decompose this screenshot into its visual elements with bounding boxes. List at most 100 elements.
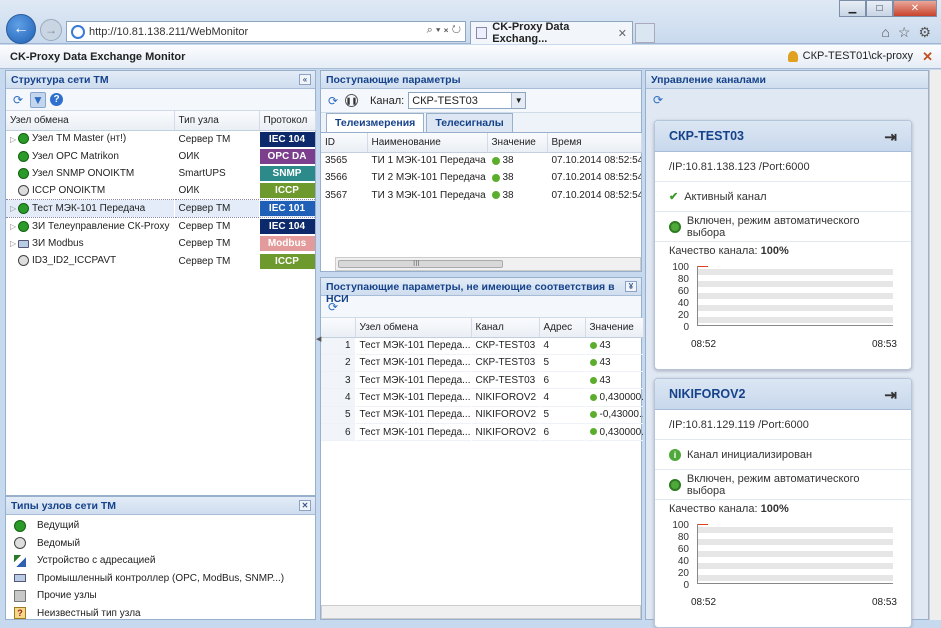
node-type: ОИК xyxy=(178,185,200,197)
col-node[interactable]: Узел обмена xyxy=(6,111,175,131)
row-address: 5 xyxy=(543,409,550,421)
grid-band xyxy=(698,563,893,569)
channel-mode-row[interactable]: Включен, режим автоматического выбора xyxy=(655,212,911,242)
grid-band xyxy=(698,269,893,275)
minimize-button[interactable]: ▁ xyxy=(839,0,866,17)
filter-icon[interactable]: ▼ xyxy=(30,91,46,108)
param-time: 07.10.2014 08:52:54. xyxy=(551,189,641,201)
channel-select[interactable]: СКР-TEST03 ▼ xyxy=(408,92,527,109)
expand-arrow-icon[interactable]: ▷ xyxy=(10,222,18,231)
gear-icon[interactable]: ⚙ xyxy=(918,24,931,41)
params-hscrollbar[interactable]: III xyxy=(335,257,641,271)
expand-arrow-icon[interactable]: ▷ xyxy=(10,204,18,213)
favorites-icon[interactable]: ☆ xyxy=(898,24,911,41)
tree-row[interactable]: ID3_ID2_ICCPAVT Сервер ТМ ICCP xyxy=(6,252,315,269)
collapse-left-icon[interactable]: « xyxy=(299,74,311,85)
switch-channel-icon[interactable]: ⇥ xyxy=(884,386,897,404)
unmatched-panel-title: Поступающие параметры, не имеющие соотве… xyxy=(321,278,641,305)
param-value: 38 xyxy=(502,172,514,184)
tree-row[interactable]: ▷ ЗИ Телеуправление СК-Proxy Сервер ТМ IEC … xyxy=(6,218,315,236)
tree-cell-protocol: ICCP xyxy=(259,182,315,200)
tree-row[interactable]: ▷ ЗИ Modbus Сервер ТМ Modbus xyxy=(6,235,315,252)
quality-row: Качество канала: 100% xyxy=(669,242,897,262)
table-row[interactable]: 3 Тест МЭК-101 Переда... СКР-TEST03 6 43 xyxy=(321,371,643,389)
tree-row[interactable]: ▷ Узел TM Master (нт!) Сервер ТМ IEC 104 xyxy=(6,130,315,148)
refresh-icon[interactable]: ⟳ xyxy=(325,93,341,109)
table-row[interactable]: 3565 ТИ 1 МЭК-101 Передача 38 07.10.2014 08… xyxy=(321,152,641,169)
col-node[interactable]: Узел обмена xyxy=(355,318,472,338)
table-row[interactable]: 2 Тест МЭК-101 Переда... СКР-TEST03 5 43 xyxy=(321,354,643,372)
col-value[interactable]: Значение xyxy=(487,133,548,153)
tree-panel-title: Структура сети ТМ « xyxy=(6,71,315,89)
node-name: ID3_ID2_ICCPAVT xyxy=(32,255,117,267)
address-controls[interactable]: ⌕ ▾ ⨯ ↻ xyxy=(427,24,461,37)
page-vscrollbar[interactable] xyxy=(929,70,941,620)
y-tick-label: 80 xyxy=(677,274,689,285)
chevron-down-icon[interactable]: ▼ xyxy=(511,93,526,108)
maximize-button[interactable]: □ xyxy=(866,0,893,17)
col-name[interactable]: Наименование xyxy=(367,133,488,153)
node-name: Тест МЭК-101 Передача xyxy=(32,203,146,215)
pause-icon[interactable]: ❚❚ xyxy=(345,94,358,107)
y-tick-label: 40 xyxy=(677,556,689,567)
node-type: Сервер ТМ xyxy=(174,199,259,219)
table-row[interactable]: 3566 ТИ 2 МЭК-101 Передача 38 07.10.2014 08… xyxy=(321,169,641,186)
scroll-thumb[interactable]: III xyxy=(338,259,503,268)
unmatched-hscrollbar[interactable] xyxy=(321,605,641,619)
node-type: Сервер ТМ xyxy=(178,221,231,233)
splitter-handle[interactable]: ◀ xyxy=(316,335,321,345)
switch-channel-icon[interactable]: ⇥ xyxy=(884,128,897,146)
tab-telemetry[interactable]: Телеизмерения xyxy=(326,113,425,132)
expand-down-icon[interactable]: ¥ xyxy=(625,281,637,292)
tree-row[interactable]: ICCP ONOIKTM ОИК ICCP xyxy=(6,182,315,200)
info-icon: i xyxy=(669,448,681,461)
legend-label: Устройство с адресацией xyxy=(37,555,156,567)
expand-arrow-icon[interactable]: ▷ xyxy=(10,135,18,144)
table-row[interactable]: 4 Тест МЭК-101 Переда... NIKIFOROV2 4 0,4300… xyxy=(321,388,643,407)
settings-wrench-icon[interactable]: ✕ xyxy=(922,49,933,65)
expand-arrow-icon[interactable]: ▷ xyxy=(10,239,18,248)
tab-telesignals[interactable]: Телесигналы xyxy=(426,113,513,132)
table-row[interactable]: 5 Тест МЭК-101 Переда... NIKIFOROV2 5 -0,430… xyxy=(321,406,643,424)
address-bar[interactable]: http://10.81.138.211/WebMonitor ⌕ ▾ ⨯ ↻ xyxy=(66,21,466,42)
protocol-badge: SNMP xyxy=(259,165,314,181)
status-dot-icon xyxy=(589,428,597,436)
browser-tab[interactable]: CK-Proxy Data Exchang... ✕ xyxy=(470,21,633,45)
home-icon[interactable]: ⌂ xyxy=(881,24,889,41)
tree-row[interactable]: Узел OPC Matrikon ОИК OPC DA xyxy=(6,148,315,165)
col-id[interactable]: ID xyxy=(321,133,368,153)
col-time[interactable]: Время xyxy=(547,133,642,153)
table-row[interactable]: 6 Тест МЭК-101 Переда... NIKIFOROV2 6 0,4300… xyxy=(321,423,643,441)
close-legend-icon[interactable]: ✕ xyxy=(299,500,311,511)
legend-item: Ведомый xyxy=(6,535,315,553)
help-icon[interactable]: ? xyxy=(50,93,63,106)
grid-band xyxy=(698,281,893,287)
refresh-icon[interactable]: ⟳ xyxy=(10,92,26,108)
close-window-button[interactable]: ✕ xyxy=(893,0,937,17)
forward-button[interactable]: → xyxy=(40,19,62,41)
row-channel: NIKIFOROV2 xyxy=(475,426,537,438)
row-number: 5 xyxy=(321,406,355,424)
col-type[interactable]: Тип узла xyxy=(174,111,260,131)
row-value: 0,430000... xyxy=(599,392,643,404)
tree-row[interactable]: ▷ Тест МЭК-101 Передача Сервер ТМ IEC 101 xyxy=(6,199,315,219)
row-address: 4 xyxy=(543,392,550,404)
channel-mode-row[interactable]: Включен, режим автоматического выбора xyxy=(655,470,911,500)
param-value-cell: 38 xyxy=(487,152,547,169)
new-tab-button[interactable] xyxy=(635,23,655,43)
close-tab-icon[interactable]: ✕ xyxy=(618,27,627,40)
back-button[interactable]: ← xyxy=(6,14,36,44)
tree-row[interactable]: Узел SNMP ONOIKTM SmartUPS SNMP xyxy=(6,165,315,182)
col-value[interactable]: Значение xyxy=(585,318,644,338)
refresh-icon[interactable]: ⟳ xyxy=(650,92,666,108)
table-row[interactable]: 3567 ТИ 3 МЭК-101 Передача 38 07.10.2014 08… xyxy=(321,187,641,204)
tree-cell-protocol: IEC 101 xyxy=(259,199,315,219)
param-value-cell: 38 xyxy=(487,169,547,186)
node-type: Сервер ТМ xyxy=(178,238,231,250)
row-address: 5 xyxy=(543,357,550,369)
status-dot-icon xyxy=(589,359,597,367)
col-channel[interactable]: Канал xyxy=(471,318,540,338)
col-protocol[interactable]: Протокол xyxy=(259,111,316,131)
table-row[interactable]: 1 Тест МЭК-101 Переда... СКР-TEST03 4 43 xyxy=(321,337,643,355)
col-address[interactable]: Адрес xyxy=(539,318,586,338)
